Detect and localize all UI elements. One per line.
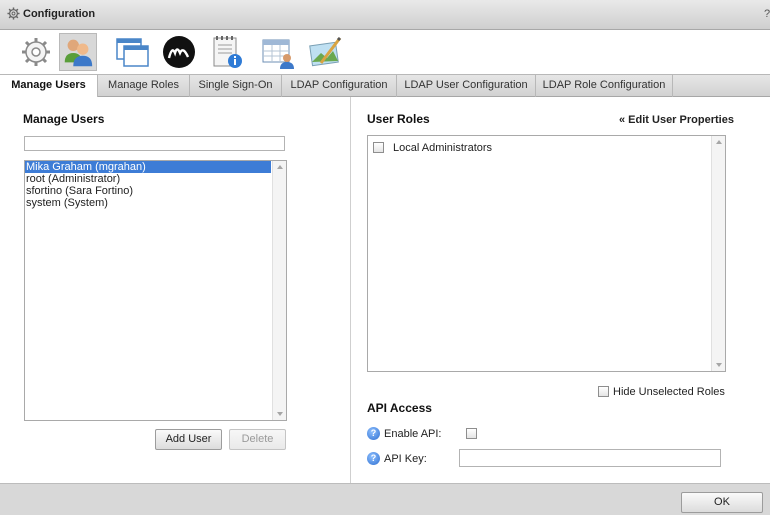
ok-button[interactable]: OK: [681, 492, 763, 513]
enable-api-checkbox[interactable]: [466, 428, 477, 439]
calendar-user-icon[interactable]: [259, 33, 297, 71]
api-access-heading: API Access: [367, 401, 432, 415]
windows-icon[interactable]: [113, 33, 151, 71]
tab-single-sign-on[interactable]: Single Sign-On: [190, 75, 282, 97]
m-logo-icon[interactable]: [160, 33, 198, 71]
tab-ldap-user-configuration[interactable]: LDAP User Configuration: [397, 75, 536, 97]
user-roles-heading: User Roles: [367, 112, 430, 126]
document-info-icon[interactable]: [208, 33, 246, 71]
manage-users-panel: Manage Users Mika Graham (mgrahan) root …: [0, 97, 350, 483]
roles-list: Local Administrators: [367, 135, 726, 372]
scroll-up-icon[interactable]: [716, 140, 722, 144]
edit-user-properties-link[interactable]: « Edit User Properties: [619, 114, 734, 126]
hide-unselected-checkbox[interactable]: [598, 386, 609, 397]
tab-ldap-configuration[interactable]: LDAP Configuration: [282, 75, 397, 97]
api-key-label: API Key:: [384, 453, 427, 465]
users-icon[interactable]: [59, 33, 97, 71]
window-title: Configuration: [23, 8, 96, 20]
icon-toolbar: [0, 30, 770, 74]
gear-settings-icon[interactable]: [17, 33, 55, 71]
api-key-input[interactable]: [459, 449, 721, 467]
scroll-down-icon[interactable]: [716, 363, 722, 367]
dialog-footer: OK: [0, 483, 770, 515]
add-user-button[interactable]: Add User: [155, 429, 222, 450]
list-item[interactable]: system (System): [25, 197, 271, 209]
enable-api-label: Enable API:: [384, 428, 442, 440]
user-list[interactable]: Mika Graham (mgrahan) root (Administrato…: [24, 160, 287, 421]
title-bar: Configuration ?: [0, 0, 770, 30]
landscape-edit-icon[interactable]: [307, 33, 345, 71]
user-filter-input[interactable]: [24, 136, 285, 151]
gear-icon: [7, 7, 20, 20]
role-checkbox[interactable]: [373, 142, 384, 153]
user-roles-panel: User Roles « Edit User Properties Local …: [351, 97, 770, 483]
hide-unselected-label: Hide Unselected Roles: [613, 386, 725, 398]
role-label: Local Administrators: [393, 142, 493, 154]
list-item[interactable]: root (Administrator): [25, 173, 271, 185]
delete-button[interactable]: Delete: [229, 429, 286, 450]
list-item[interactable]: sfortino (Sara Fortino): [25, 185, 271, 197]
tab-ldap-role-configuration[interactable]: LDAP Role Configuration: [536, 75, 673, 97]
scroll-up-icon[interactable]: [277, 165, 283, 169]
user-list-scrollbar[interactable]: [272, 161, 286, 420]
roles-scrollbar[interactable]: [711, 136, 725, 371]
help-icon[interactable]: ?: [367, 452, 380, 465]
scroll-down-icon[interactable]: [277, 412, 283, 416]
manage-users-heading: Manage Users: [23, 112, 105, 126]
tab-manage-roles[interactable]: Manage Roles: [98, 75, 190, 97]
help-button[interactable]: ?: [764, 8, 770, 20]
list-item[interactable]: Mika Graham (mgrahan): [25, 161, 271, 173]
help-icon[interactable]: ?: [367, 427, 380, 440]
tab-manage-users[interactable]: Manage Users: [0, 75, 98, 98]
tab-bar: Manage Users Manage Roles Single Sign-On…: [0, 74, 770, 98]
